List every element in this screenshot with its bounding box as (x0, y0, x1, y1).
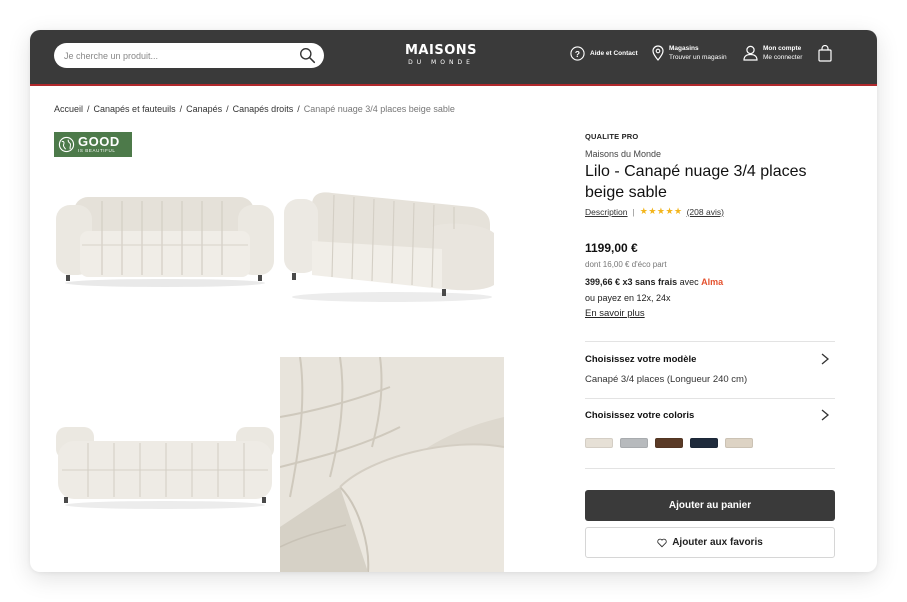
color-swatch[interactable] (690, 438, 718, 448)
product-price: 1199,00 € (585, 241, 638, 255)
color-swatch[interactable] (620, 438, 648, 448)
location-pin-icon (652, 45, 664, 61)
color-swatches (585, 438, 760, 448)
color-selector-title[interactable]: Choisissez votre coloris (585, 410, 835, 421)
sofa-fabric-closeup-photo[interactable] (280, 357, 504, 572)
breadcrumb-straight-sofas[interactable]: Canapés droits (233, 104, 294, 114)
account-link[interactable]: Mon compte Me connecter (743, 44, 802, 62)
search-icon[interactable] (299, 47, 316, 64)
color-swatch[interactable] (725, 438, 753, 448)
sofa-angle-photo[interactable] (282, 185, 497, 305)
rating-stars-icon: ★★★★★ (639, 206, 683, 216)
brand-name: Maisons du Monde (585, 149, 662, 159)
model-selected-value: Canapé 3/4 places (Longueur 240 cm) (585, 374, 748, 385)
model-selector-title[interactable]: Choisissez votre modèle (585, 354, 835, 365)
pay-more-options: ou payez en 12x, 24x (585, 293, 671, 303)
logo-line-1: MAISONS (405, 43, 477, 58)
stores-link[interactable]: Magasins Trouver un magasin (652, 44, 727, 62)
installment-with: avec (679, 277, 699, 287)
installment-offer: 399,66 € x3 sans frais avec Alma (585, 277, 835, 287)
svg-text:?: ? (575, 49, 580, 59)
shopping-bag-icon (818, 45, 832, 62)
chevron-right-icon[interactable] (820, 409, 830, 421)
badge-title: GOOD (78, 134, 120, 149)
sofa-back-photo[interactable] (54, 423, 276, 513)
globe-icon (58, 136, 75, 153)
add-to-favorites-label: Ajouter aux favoris (672, 537, 763, 548)
breadcrumb: Accueil / Canapés et fauteuils / Canapés / Can… (54, 104, 455, 114)
logo-line-2: DU MONDE (408, 59, 474, 66)
learn-more-link[interactable]: En savoir plus (585, 308, 835, 319)
add-to-favorites-button[interactable]: Ajouter aux favoris (585, 527, 835, 558)
site-logo[interactable]: MAISONS DU MONDE (405, 44, 477, 67)
product-page: MAISONS DU MONDE ? Aide et Contact Magas… (30, 30, 877, 572)
good-is-beautiful-badge: GOOD IS BEAUTIFUL (54, 132, 132, 157)
help-label: Aide et Contact (590, 50, 638, 57)
sofa-front-photo[interactable] (54, 195, 276, 290)
chevron-right-icon[interactable] (820, 353, 830, 365)
color-swatch[interactable] (585, 438, 613, 448)
divider (585, 468, 835, 469)
product-title: Lilo - Canapé nuage 3/4 places beige sab… (585, 163, 807, 201)
installment-amount: 399,66 € x3 sans frais (585, 277, 678, 287)
color-swatch[interactable] (655, 438, 683, 448)
alma-logo: Alma (701, 277, 724, 287)
help-contact-link[interactable]: ? Aide et Contact (570, 46, 638, 61)
stores-label: Magasins (669, 45, 699, 52)
account-sublabel: Me connecter (763, 54, 803, 61)
reviews-link[interactable]: (208 avis) (687, 207, 724, 217)
description-rating-row: Description | ★★★★★ (208 avis) (585, 206, 835, 217)
cart-button[interactable] (818, 45, 832, 62)
breadcrumb-sofas[interactable]: Canapés (186, 104, 222, 114)
breadcrumb-current: Canapé nuage 3/4 places beige sable (303, 104, 455, 114)
description-link[interactable]: Description (585, 207, 628, 217)
stores-sublabel: Trouver un magasin (669, 54, 727, 61)
search-input[interactable] (64, 43, 284, 68)
add-to-cart-button[interactable]: Ajouter au panier (585, 490, 835, 521)
badge-subtitle: IS BEAUTIFUL (78, 148, 116, 153)
quality-label: QUALITE PRO (585, 132, 639, 141)
eco-participation: dont 16,00 € d'éco part (585, 260, 667, 269)
divider (585, 398, 835, 399)
top-navigation-bar: MAISONS DU MONDE ? Aide et Contact Magas… (30, 30, 877, 86)
account-label: Mon compte (763, 45, 802, 52)
user-icon (743, 45, 758, 61)
separator: | (632, 206, 635, 217)
heart-icon (657, 538, 667, 547)
divider (585, 341, 835, 342)
help-icon: ? (570, 46, 585, 61)
search-box[interactable] (54, 43, 324, 68)
breadcrumb-home[interactable]: Accueil (54, 104, 83, 114)
breadcrumb-sofas-armchairs[interactable]: Canapés et fauteuils (94, 104, 176, 114)
